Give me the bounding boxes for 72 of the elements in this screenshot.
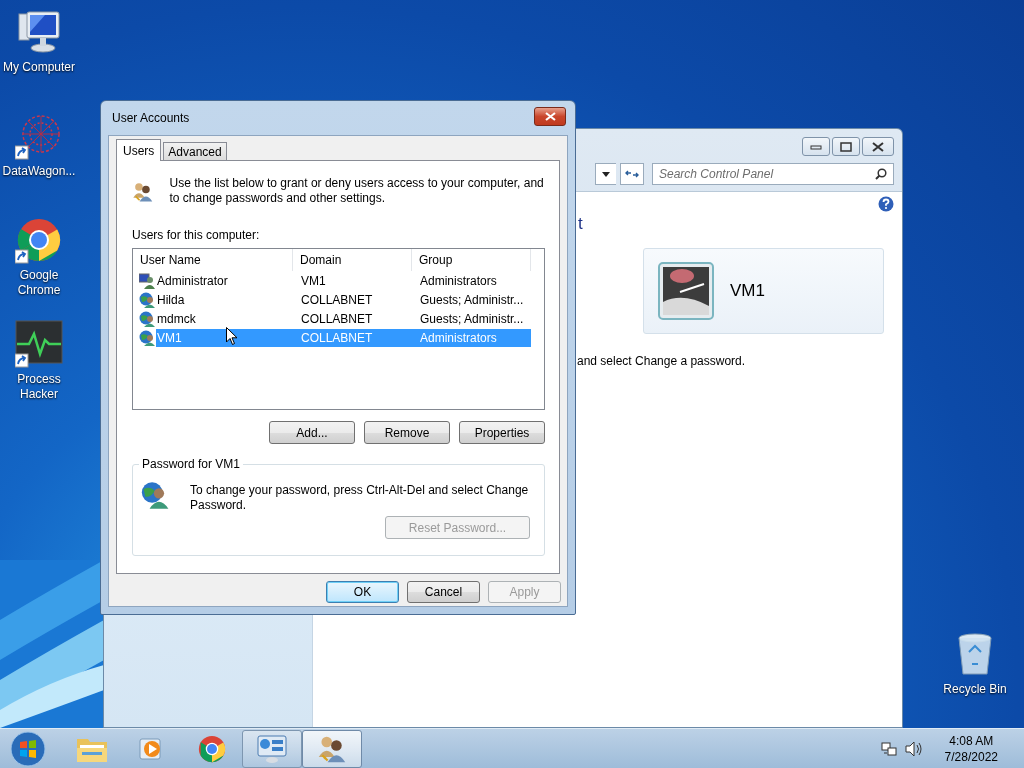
globe-user-icon [139,291,155,308]
taskbar-button[interactable] [242,729,302,768]
user-picture-icon [658,262,714,320]
instruction-text: Use the list below to grant or deny users access to your computer, and to change passwords and other settings. [169,175,545,206]
desktop-icon-label[interactable]: Google Chrome [1,268,77,298]
close-icon [544,111,556,121]
control-panel-icon [256,733,288,764]
chrome-icon [197,733,227,764]
clock-time: 4:08 AM [949,732,994,749]
dialog-button[interactable]: Remove [364,421,450,444]
desktop-icon-label[interactable]: Recycle Bin [937,682,1013,697]
table-row[interactable]: Administrator VM1 Administrators [156,271,531,290]
dialog-button[interactable]: Properties [459,421,545,444]
table-row[interactable]: mdmck COLLABNET Guests; Administr... [156,309,531,328]
chrome-icon[interactable] [15,216,63,264]
table-cell-text: Administrator [156,272,228,290]
desktop-icon-label[interactable]: My Computer [1,60,77,75]
speaker-icon[interactable] [904,740,923,757]
cursor-icon [226,327,238,346]
table-cell-text: Hilda [156,291,185,309]
group-title: Password for VM1 [139,457,244,471]
table-cell-text: VM1 [156,329,182,347]
dialog-button[interactable]: Add... [269,421,355,444]
globe-user-icon [139,310,155,327]
page-heading: t [577,214,583,234]
instruction-text: To change your password, press Ctrl-Alt-Del and select Change Password. [190,482,530,513]
desktop-icon-label[interactable]: DataWagon... [1,164,77,179]
user-card[interactable]: VM1 [643,248,884,334]
globe-user-icon [141,479,171,511]
table-cell-text: Guests; Administr... [419,291,524,309]
address-dropdown[interactable] [595,163,616,185]
table-cell-text: Administrators [419,329,497,347]
windows-logo-icon [10,730,46,767]
close-button[interactable] [862,137,894,156]
tab[interactable]: Users [116,139,162,161]
pulse-monitor-icon[interactable] [15,320,63,368]
table-cell-text: COLLABNET [300,291,373,309]
dialog-button[interactable]: Cancel [407,581,480,603]
taskbar-button[interactable] [302,729,362,768]
table-cell-text: Guests; Administr... [419,310,524,328]
close-button[interactable] [534,106,566,126]
table-cell-text: COLLABNET [300,329,373,347]
dialog-button[interactable]: OK [326,581,399,603]
search-icon [875,168,887,180]
tab[interactable]: Advanced [163,142,227,160]
help-icon[interactable] [878,196,894,212]
globe-user-icon [139,329,155,346]
desktop-icon-label[interactable]: Process Hacker [1,372,77,402]
list-label: Users for this computer: [132,228,261,242]
table-row[interactable]: Hilda COLLABNET Guests; Administr... [156,290,531,309]
table-cell-text: Administrators [419,272,497,290]
search-field[interactable]: Search Control Panel [652,163,894,185]
refresh-button[interactable] [620,163,644,185]
window-title: User Accounts [112,111,190,125]
maximize-icon [840,141,852,152]
refresh-icon [625,169,639,179]
maximize-button[interactable] [832,137,860,156]
table-cell-text: COLLABNET [300,310,373,328]
table-cell-text: VM1 [300,272,326,290]
network-icon[interactable] [880,740,897,757]
close-icon [872,141,884,152]
caret-icon [602,171,610,177]
computer-icon[interactable] [15,8,63,56]
clock-date: 7/28/2022 [944,748,998,765]
instruction-text: and select Change a password. [577,354,746,368]
minimize-button[interactable] [802,137,830,156]
user-name: VM1 [730,281,765,301]
clock[interactable]: 4:08 AM 7/28/2022 [944,732,998,765]
minimize-icon [810,142,822,151]
table-cell-text: mdmck [156,310,196,328]
computer-user-icon [139,272,155,289]
network-graph-icon[interactable] [15,112,63,160]
